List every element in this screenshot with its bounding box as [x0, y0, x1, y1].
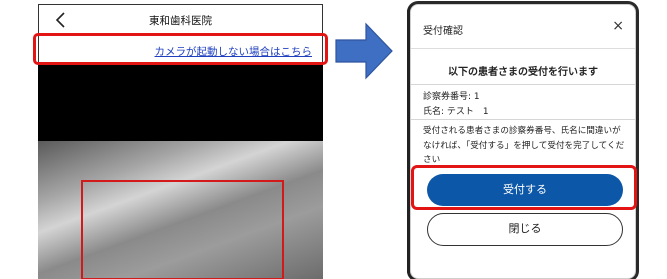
modal-lead-text: 以下の患者さまの受付を行います	[448, 67, 598, 78]
patient-name: 氏名: テスト 1	[423, 107, 489, 117]
confirmation-notice: 受付される患者さまの診察券番号、氏名に間違いがなければ、「受付する」を押して受付…	[423, 126, 625, 165]
clinic-name: 東和歯科医院	[149, 15, 212, 27]
modal-title: 受付確認	[423, 26, 463, 37]
phone-header: 東和歯科医院	[38, 4, 323, 35]
modal-header: 受付確認 ×	[411, 5, 635, 49]
reception-confirm-modal: 受付確認 × 以下の患者さまの受付を行います 診察券番号: 1 氏名: テスト …	[410, 4, 636, 279]
camera-preview	[38, 141, 323, 279]
close-icon[interactable]: ×	[612, 18, 624, 34]
highlight-accept-button	[411, 165, 637, 210]
highlight-camera-link	[33, 33, 328, 65]
scan-frame	[81, 180, 284, 279]
close-button[interactable]: 閉じる	[427, 213, 623, 246]
right-arrow-icon	[335, 22, 393, 80]
divider	[411, 119, 635, 120]
divider	[411, 84, 635, 85]
card-number: 診察券番号: 1	[423, 92, 480, 102]
